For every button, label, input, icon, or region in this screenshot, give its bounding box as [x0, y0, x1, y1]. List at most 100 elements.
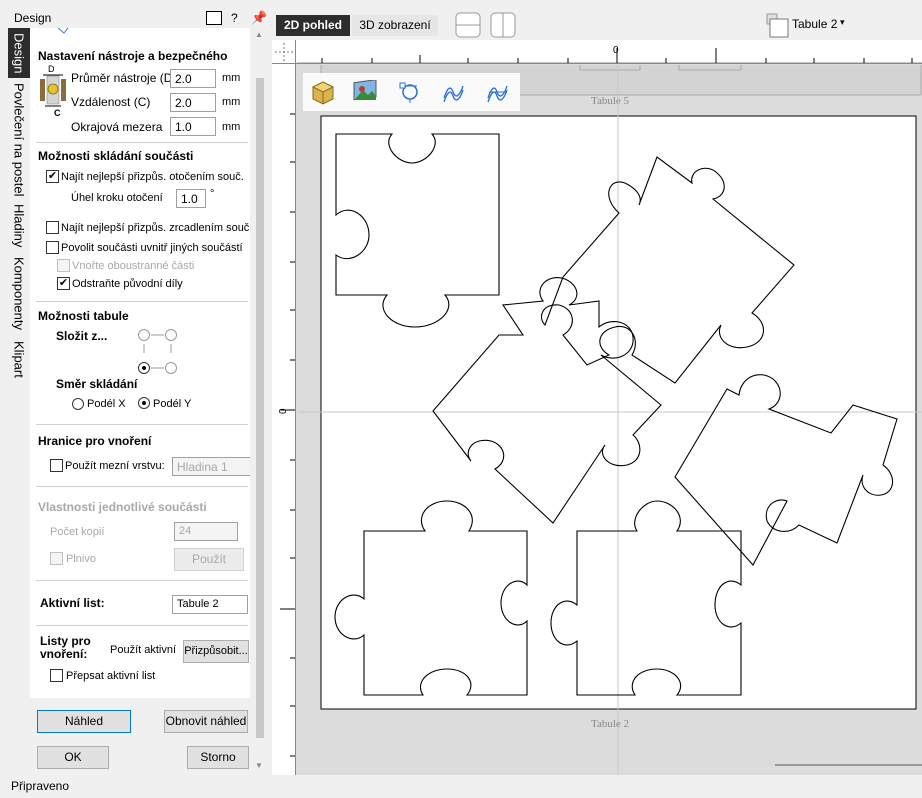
copies-input[interactable]: 24 — [174, 522, 238, 541]
image-icon[interactable] — [352, 80, 378, 104]
ruler-zero-label: 0 — [613, 45, 619, 56]
tab-bedding[interactable]: Povlečení na postel — [8, 82, 30, 198]
divider — [36, 625, 248, 626]
ruler-left-zero-label: 0 — [278, 408, 289, 414]
remove-original-label: Odstraňte původní díly — [72, 278, 183, 290]
boundary-section-title: Hranice pro vnoření — [38, 434, 152, 448]
nesting-panel: Nastavení nástroje a bezpečného D C Prům… — [30, 28, 250, 698]
border-gap-label: Okrajová mezera — [71, 120, 163, 134]
rotate-label: Najít nejlepší přizpůs. otočením souč. — [61, 171, 244, 183]
double-sided-checkbox[interactable] — [57, 259, 70, 272]
along-y-label: Podél Y — [153, 398, 192, 410]
active-sheet-select[interactable]: Tabule 2 — [172, 595, 248, 614]
2d-view[interactable]: 0 0 Tabule 5 Tabule 2 — [272, 40, 922, 775]
tab-components[interactable]: Komponenty — [8, 254, 30, 332]
along-x-label: Podél X — [87, 398, 126, 410]
overwrite-checkbox[interactable] — [50, 669, 63, 682]
apply-button[interactable]: Použít — [174, 548, 244, 571]
nest-sheets-label: Listy pro vnoření: — [40, 634, 91, 661]
clipped-icon — [57, 28, 69, 34]
ruler-left: 0 — [272, 64, 296, 775]
tool-diameter-label: Průměr nástroje (D) — [71, 71, 177, 85]
status-bar: Připraveno — [0, 775, 922, 798]
wave-hatch-icon[interactable] — [485, 80, 511, 104]
active-sheet-label: Aktivní list: — [40, 596, 105, 610]
scrollbar-thumb[interactable] — [256, 78, 264, 738]
tab-2d-view[interactable]: 2D pohled — [276, 15, 350, 36]
diagram-d-label: D — [48, 64, 55, 74]
panel-title-bar: Design ? 📌 — [0, 0, 272, 28]
ok-button[interactable]: OK — [37, 746, 109, 769]
preview-button[interactable]: Náhled — [37, 710, 131, 733]
fill-label: Plnivo — [66, 553, 96, 565]
vertical-tabs: Design Povlečení na postel Hladiny Kompo… — [8, 28, 30, 388]
dock-toggle-icon[interactable] — [206, 11, 222, 25]
compose-label: Složit z... — [56, 329, 108, 343]
split-vertical-icon[interactable] — [490, 12, 516, 38]
tool-diagram-icon: D C — [40, 64, 66, 118]
scroll-down-icon[interactable]: ▼ — [255, 761, 263, 770]
sheet-label: Tabule 2 — [591, 718, 629, 730]
drawing-canvas[interactable]: Tabule 5 Tabule 2 — [297, 65, 922, 775]
box-3d-icon[interactable] — [309, 79, 335, 105]
panel-scrollbar[interactable]: ▲ ▼ — [254, 28, 266, 773]
clearance-unit: mm — [222, 96, 241, 108]
mirror-label: Najít nejlepší přizpůs. zrcadlením souč. — [61, 222, 250, 234]
ruler-left-ticks: 0 — [278, 113, 295, 757]
cancel-button[interactable]: Storno — [187, 746, 249, 769]
wave-icon[interactable] — [441, 80, 467, 104]
sheet-icon — [766, 13, 789, 38]
part-section-title: Vlastnosti jednotlivé součásti — [38, 500, 207, 514]
angle-input[interactable]: 1.0 — [176, 189, 206, 208]
inside-checkbox[interactable] — [46, 241, 59, 254]
corner-selector[interactable] — [134, 327, 186, 377]
pin-icon[interactable]: 📌 — [251, 10, 267, 26]
split-horizontal-icon[interactable] — [455, 12, 481, 38]
fit-select[interactable]: Přizpůsobit... — [183, 640, 249, 663]
fill-checkbox[interactable] — [50, 552, 63, 565]
status-text: Připraveno — [11, 779, 70, 793]
ruler-corner[interactable] — [272, 40, 296, 64]
direction-label: Směr skládání — [56, 377, 138, 391]
tab-design[interactable]: Design — [8, 28, 30, 78]
along-x-radio[interactable] — [72, 398, 84, 410]
divider — [36, 486, 248, 487]
horizontal-scrollbar[interactable] — [775, 764, 922, 766]
divider — [36, 580, 248, 581]
inside-label: Povolit součásti uvnitř jiných součástí — [61, 242, 243, 254]
copies-label: Počet kopií — [50, 526, 105, 538]
sheet-section-title: Možnosti tabule — [38, 309, 129, 323]
divider — [36, 142, 248, 143]
chevron-down-icon[interactable]: ▾ — [840, 17, 845, 28]
scroll-up-icon[interactable]: ▲ — [255, 30, 263, 39]
ruler-top-ticks: 0 — [297, 45, 922, 64]
tab-clipart[interactable]: Klipart — [8, 334, 30, 384]
use-layer-checkbox[interactable] — [50, 459, 63, 472]
overwrite-label: Přepsat aktivní list — [66, 670, 156, 682]
divider — [36, 424, 248, 425]
border-gap-input[interactable]: 1.0 — [170, 117, 216, 136]
rotate-checkbox[interactable]: ✔ — [46, 170, 59, 183]
node-edit-icon[interactable] — [397, 80, 423, 104]
refresh-preview-button[interactable]: Obnovit náhled — [164, 710, 248, 733]
tab-3d-view[interactable]: 3D zobrazení — [352, 15, 438, 36]
sheet-selector[interactable]: Tabule 2 — [792, 17, 837, 31]
tool-section-title: Nastavení nástroje a bezpečného — [38, 49, 228, 63]
along-y-radio[interactable] — [138, 397, 150, 409]
angle-label: Úhel kroku otočení — [71, 192, 163, 204]
angle-unit: ° — [210, 188, 215, 200]
divider — [36, 301, 248, 302]
mirror-checkbox[interactable] — [46, 221, 59, 234]
clearance-input[interactable]: 2.0 — [170, 93, 216, 112]
use-layer-label: Použít mezní vrstvu: — [65, 460, 165, 472]
floating-toolbar — [303, 73, 520, 111]
tool-diameter-unit: mm — [222, 72, 241, 84]
remove-original-checkbox[interactable]: ✔ — [57, 277, 70, 290]
tab-layers[interactable]: Hladiny — [8, 200, 30, 252]
double-sided-label: Vnořte oboustranné části — [72, 260, 195, 272]
layer-select[interactable]: Hladina 1 — [172, 457, 250, 476]
diagram-c-label: C — [54, 108, 61, 118]
clearance-label: Vzdálenost (C) — [71, 95, 151, 109]
tool-diameter-input[interactable]: 2.0 — [170, 69, 216, 88]
help-icon[interactable]: ? — [231, 11, 238, 25]
